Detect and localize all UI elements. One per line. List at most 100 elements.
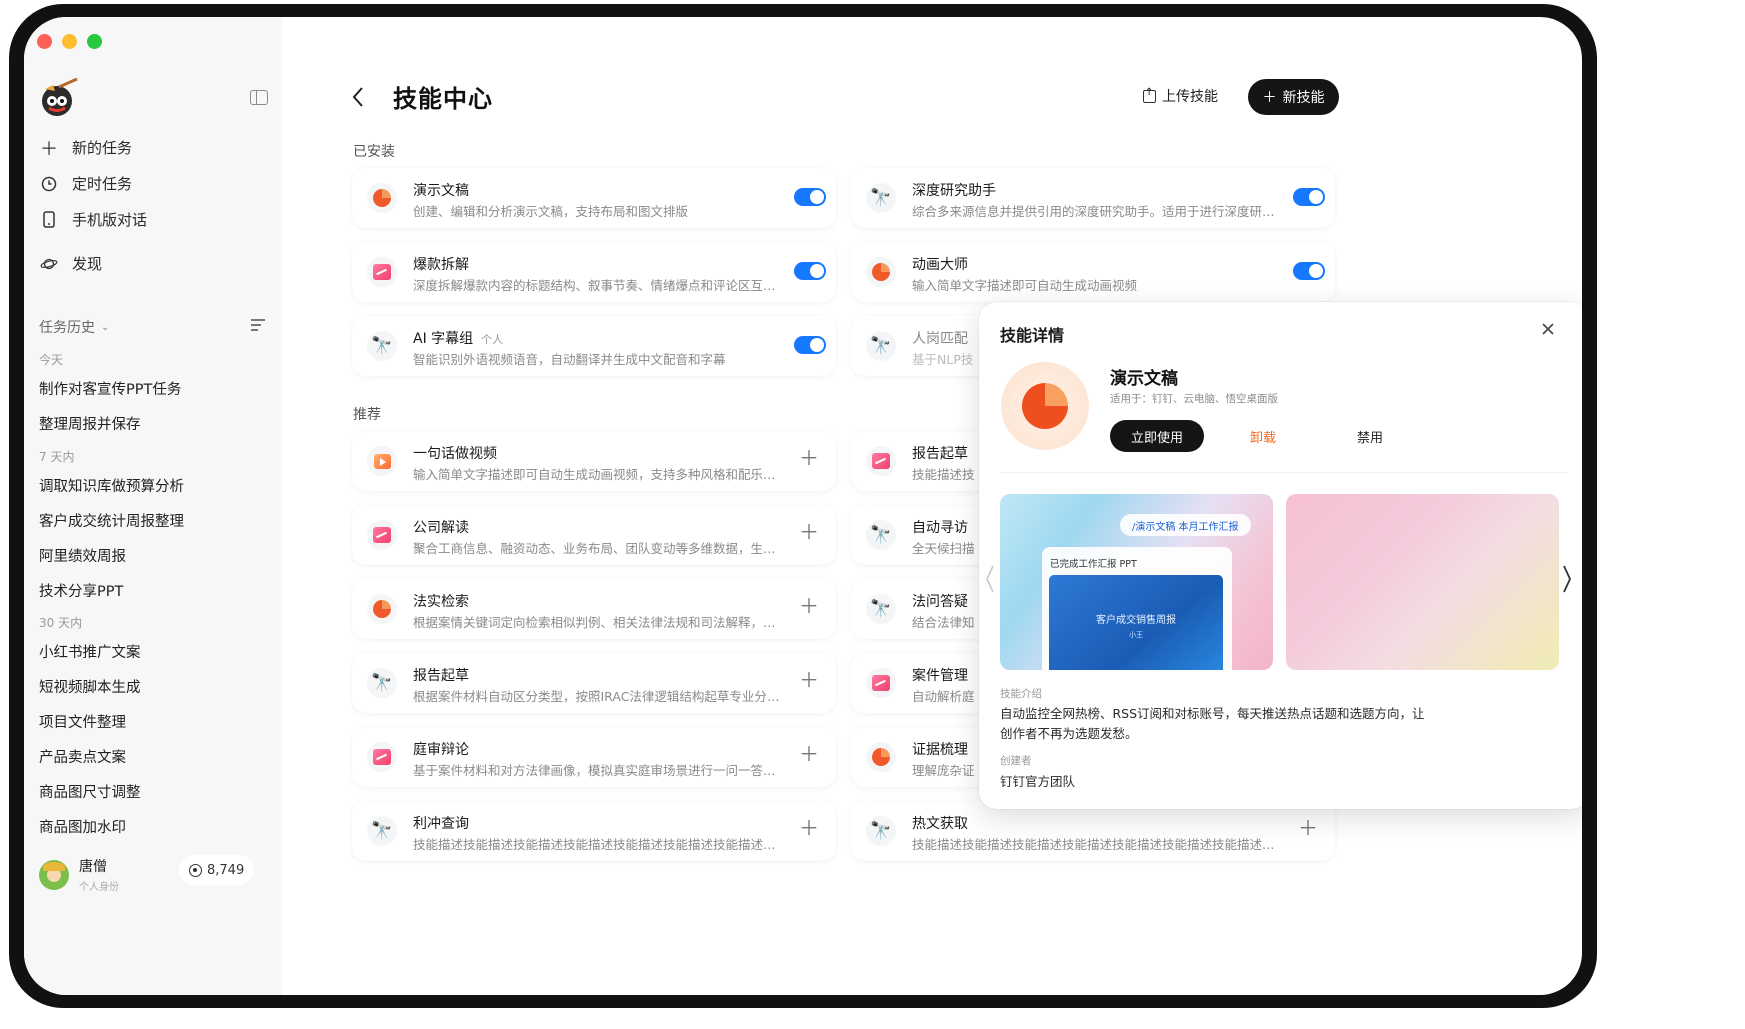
skill-name: 动画大师: [912, 254, 968, 274]
skill-name-text: 人岗匹配: [912, 331, 968, 347]
skill-card[interactable]: 公司解读 聚合工商信息、融资动态、业务布局、团队变动等多维数据，生成公司解读报告…: [352, 505, 836, 565]
skill-name: 报告起草: [413, 668, 469, 684]
skill-name: 利冲查询: [413, 816, 469, 832]
skill-tag: 个人: [481, 333, 504, 346]
skill-name: 庭审辩论: [413, 742, 469, 758]
group-label-7-days: 7 天内: [39, 450, 75, 464]
user-profile[interactable]: 唐僧 个人身份: [39, 856, 119, 893]
history-item[interactable]: 阿里绩效周报: [39, 545, 126, 566]
skill-card[interactable]: 法实检索 根据案情关键词定向检索相似判例、相关法律法规和司法解释，输出检索报告 …: [352, 579, 836, 639]
add-skill-button[interactable]: ＋: [799, 448, 819, 468]
skill-icon-wrap: [367, 594, 397, 624]
nav-discover[interactable]: 发现: [40, 253, 102, 274]
points-badge[interactable]: 8,749: [179, 855, 255, 885]
skill-icon-wrap: [367, 520, 397, 550]
carousel-prev-button[interactable]: [985, 564, 995, 601]
enable-toggle[interactable]: [794, 336, 826, 354]
device-frame: ＋ 新的任务 定时任务 手机版对话 发现 任务历史 ⌄ 今天 制作对客宣传PPT…: [9, 4, 1597, 1008]
add-skill-button[interactable]: ＋: [799, 744, 819, 764]
section-installed-title: 已安装: [353, 144, 395, 160]
upload-skill-button[interactable]: 上传技能: [1131, 79, 1230, 113]
skill-name: 演示文稿: [413, 180, 469, 200]
carousel-next-button[interactable]: [1562, 564, 1572, 601]
task-history-header[interactable]: 任务历史 ⌄: [39, 317, 109, 337]
use-now-button[interactable]: 立即使用: [1110, 420, 1204, 452]
enable-toggle[interactable]: [1293, 262, 1325, 280]
skill-name: 爆款拆解: [413, 254, 469, 274]
user-subtitle: 个人身份: [79, 882, 119, 893]
skill-card[interactable]: 庭审辩论 基于案件材料和对方法律画像，模拟真实庭审场景进行一问一答演练 ＋: [352, 727, 836, 787]
skill-card[interactable]: 爆款拆解 深度拆解爆款内容的标题结构、叙事节奏、情绪爆点和评论区互动逻辑: [352, 242, 836, 302]
skill-card[interactable]: 🔭 深度研究助手 综合多来源信息并提供引用的深度研究助手。适用于进行深度研究任务: [851, 168, 1335, 228]
history-item[interactable]: 小红书推广文案: [39, 641, 141, 662]
nav-mobile-chat[interactable]: 手机版对话: [40, 209, 147, 230]
skill-card[interactable]: 🔭 利冲查询 技能描述技能描述技能描述技能描述技能描述技能描述技能描述技能描述 …: [352, 801, 836, 861]
skill-name: 法问答疑: [912, 594, 968, 610]
history-item[interactable]: 商品图尺寸调整: [39, 781, 141, 802]
enable-toggle[interactable]: [794, 188, 826, 206]
back-button[interactable]: [351, 85, 365, 115]
creator-name: 钉钉官方团队: [1000, 774, 1076, 789]
telescope-icon: 🔭: [870, 599, 892, 619]
add-skill-button[interactable]: ＋: [799, 818, 819, 838]
chart-icon: [872, 453, 890, 469]
skill-icon-wrap: 🔭: [866, 183, 896, 213]
skill-card[interactable]: 🔭 热文获取 技能描述技能描述技能描述技能描述技能描述技能描述技能描述技能描述技…: [851, 801, 1335, 861]
telescope-icon: 🔭: [371, 673, 393, 693]
enable-toggle[interactable]: [794, 262, 826, 280]
sidebar-toggle-icon[interactable]: [250, 90, 268, 105]
disable-button[interactable]: 禁用: [1331, 420, 1409, 452]
history-item[interactable]: 制作对客宣传PPT任务: [39, 378, 181, 399]
skill-name: 人岗匹配: [912, 328, 968, 348]
skill-desc: 创建、编辑和分析演示文稿，支持布局和图文排版: [413, 204, 689, 219]
skill-name: 公司解读: [413, 520, 469, 536]
history-item[interactable]: 商品图加水印: [39, 816, 126, 837]
new-skill-button[interactable]: ＋ 新技能: [1248, 79, 1339, 115]
skill-card[interactable]: 动画大师 输入简单文字描述即可自动生成动画视频: [851, 242, 1335, 302]
add-skill-button[interactable]: ＋: [799, 522, 819, 542]
new-skill-label: 新技能: [1282, 90, 1325, 106]
preview-image-2[interactable]: [1286, 494, 1559, 670]
add-skill-button[interactable]: ＋: [1298, 818, 1318, 838]
add-skill-button[interactable]: ＋: [799, 670, 819, 690]
history-item[interactable]: 短视频脚本生成: [39, 676, 141, 697]
enable-toggle[interactable]: [1293, 188, 1325, 206]
skill-card[interactable]: 演示文稿 创建、编辑和分析演示文稿，支持布局和图文排版: [352, 168, 836, 228]
skill-name: 一句话做视频: [413, 446, 497, 462]
pie-icon: [373, 189, 391, 207]
filter-icon[interactable]: [251, 319, 265, 334]
upload-icon: [1143, 87, 1156, 103]
minimize-window-button[interactable]: [62, 34, 77, 49]
history-item[interactable]: 调取知识库做预算分析: [39, 475, 184, 496]
skill-large-icon: [1001, 362, 1089, 450]
add-skill-button[interactable]: ＋: [799, 596, 819, 616]
skill-icon-wrap: 🔭: [866, 816, 896, 846]
skill-desc: 根据案情关键词定向检索相似判例、相关法律法规和司法解释，输出检索报告: [413, 615, 783, 630]
skill-card[interactable]: 🔭 报告起草 根据案件材料自动区分类型，按照IRAC法律逻辑结构起草专业分析报告…: [352, 653, 836, 713]
close-window-button[interactable]: [37, 34, 52, 49]
history-item[interactable]: 项目文件整理: [39, 711, 126, 732]
nav-new-task[interactable]: ＋ 新的任务: [40, 137, 133, 160]
user-name: 唐僧: [79, 859, 107, 875]
history-item[interactable]: 产品卖点文案: [39, 746, 126, 767]
nav-label: 新的任务: [72, 139, 133, 157]
skill-detail-name: 演示文稿: [1110, 369, 1178, 389]
skill-name: 深度研究助手: [912, 180, 996, 200]
maximize-window-button[interactable]: [87, 34, 102, 49]
skill-name: 证据梳理: [912, 742, 968, 758]
skill-desc: 深度拆解爆款内容的标题结构、叙事节奏、情绪爆点和评论区互动逻辑: [413, 278, 783, 293]
nav-label: 发现: [72, 255, 103, 273]
skill-card[interactable]: 🔭 AI 字幕组 个人 智能识别外语视频语音，自动翻译并生成中文配音和字幕: [352, 316, 836, 376]
history-item[interactable]: 客户成交统计周报整理: [39, 510, 184, 531]
history-item[interactable]: 技术分享PPT: [39, 580, 123, 601]
skill-desc: 技能描述技能描述技能描述技能描述技能描述技能描述技能描述技能描述技能描述: [912, 837, 1282, 852]
history-item[interactable]: 整理周报并保存: [39, 413, 141, 434]
nav-scheduled-task[interactable]: 定时任务: [40, 173, 132, 194]
close-button[interactable]: [1541, 320, 1555, 341]
skill-card[interactable]: 一句话做视频 输入简单文字描述即可自动生成动画视频，支持多种风格和配乐选择 ＋: [352, 431, 836, 491]
telescope-icon: 🔭: [371, 821, 393, 841]
preview-image-1[interactable]: /演示文稿 本月工作汇报 已完成工作汇报 PPT 客户成交销售周报 小王: [1000, 494, 1273, 670]
telescope-icon: 🔭: [870, 336, 892, 356]
uninstall-button[interactable]: 卸载: [1224, 420, 1302, 452]
skill-icon-wrap: 🔭: [367, 816, 397, 846]
